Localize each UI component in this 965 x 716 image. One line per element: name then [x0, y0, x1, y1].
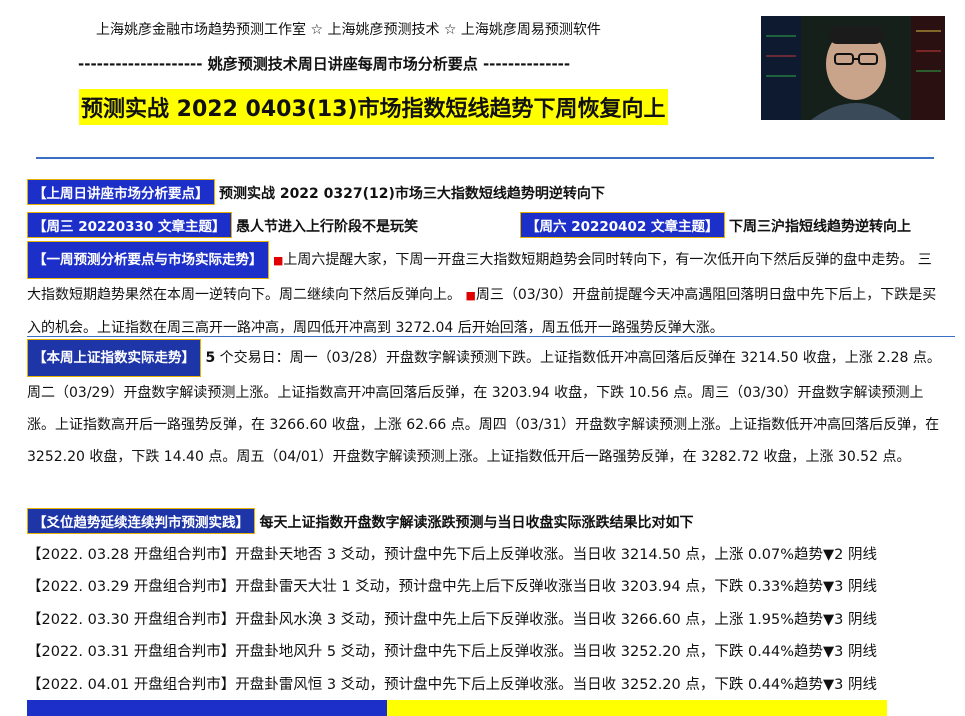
weekly-forecast-tag: 【一周预测分析要点与市场实际走势】: [27, 241, 269, 279]
actual-move-tag: 【本周上证指数实际走势】: [27, 339, 201, 377]
page-title: 预测实战 2022 0403(13)市场指数短线趋势下周恢复向上: [81, 97, 666, 122]
actual-move-paragraph: 【本周上证指数实际走势】 5 个交易日：周一（03/28）开盘数字解读预测下跌。…: [27, 339, 942, 473]
wed-text: 愚人节进入上行阶段不是玩笑: [236, 219, 418, 235]
presenter-photo: [761, 16, 945, 120]
section-divider: [27, 336, 955, 337]
next-section-highlight-cutoff: [387, 700, 887, 716]
yao-record-row: 【2022. 04.01 开盘组合判市】开盘卦雷风恒 3 爻动，预计盘中先下后上…: [27, 677, 878, 693]
yao-record-row: 【2022. 03.28 开盘组合判市】开盘卦天地否 3 爻动，预计盘中先下后上…: [27, 547, 878, 563]
yao-record-row: 【2022. 03.29 开盘组合判市】开盘卦雷天大壮 1 爻动，预计盘中先上后…: [27, 579, 878, 595]
red-square-icon: ■: [465, 289, 476, 302]
wed-row: 【周三 20220330 文章主题】 愚人节进入上行阶段不是玩笑: [27, 212, 418, 238]
sat-tag: 【周六 20220402 文章主题】: [520, 212, 725, 238]
yao-tag: 【爻位趋势延续连续判市预测实践】: [27, 508, 255, 534]
lecture-subtitle: -------------------- 姚彦预测技术周日讲座每周市场分析要点 …: [78, 55, 571, 73]
studio-header: 上海姚彦金融市场趋势预测工作室 ☆ 上海姚彦预测技术 ☆ 上海姚彦周易预测软件: [96, 22, 601, 38]
sat-text: 下周三沪指短线趋势逆转向上: [729, 219, 911, 235]
last-week-text: 预测实战 2022 0327(12)市场三大指数短线趋势明逆转向下: [218, 186, 605, 202]
last-week-tag: 【上周日讲座市场分析要点】: [27, 179, 215, 205]
next-section-tag-cutoff: [27, 700, 387, 716]
yao-header-text: 每天上证指数开盘数字解读涨跌预测与当日收盘实际涨跌结果比对如下: [259, 515, 694, 531]
last-week-row: 【上周日讲座市场分析要点】 预测实战 2022 0327(12)市场三大指数短线…: [27, 179, 605, 205]
trading-days-count: 5: [205, 350, 216, 366]
sat-row: 【周六 20220402 文章主题】 下周三沪指短线趋势逆转向上: [520, 212, 911, 238]
header-divider: [36, 157, 934, 159]
red-square-icon: ■: [272, 254, 284, 267]
weekly-forecast-paragraph: 【一周预测分析要点与市场实际走势】 ■上周六提醒大家，下周一开盘三大指数短期趋势…: [27, 241, 942, 344]
wed-tag: 【周三 20220330 文章主题】: [27, 212, 232, 238]
yao-record-row: 【2022. 03.30 开盘组合判市】开盘卦风水涣 3 爻动，预计盘中先上后下…: [27, 612, 878, 628]
yao-record-row: 【2022. 03.31 开盘组合判市】开盘卦地风升 5 爻动，预计盘中先下后上…: [27, 644, 878, 660]
presenter-portrait-image: [761, 16, 945, 120]
title-highlight: 预测实战 2022 0403(13)市场指数短线趋势下周恢复向上: [79, 89, 668, 125]
yao-header-row: 【爻位趋势延续连续判市预测实践】 每天上证指数开盘数字解读涨跌预测与当日收盘实际…: [27, 508, 693, 534]
